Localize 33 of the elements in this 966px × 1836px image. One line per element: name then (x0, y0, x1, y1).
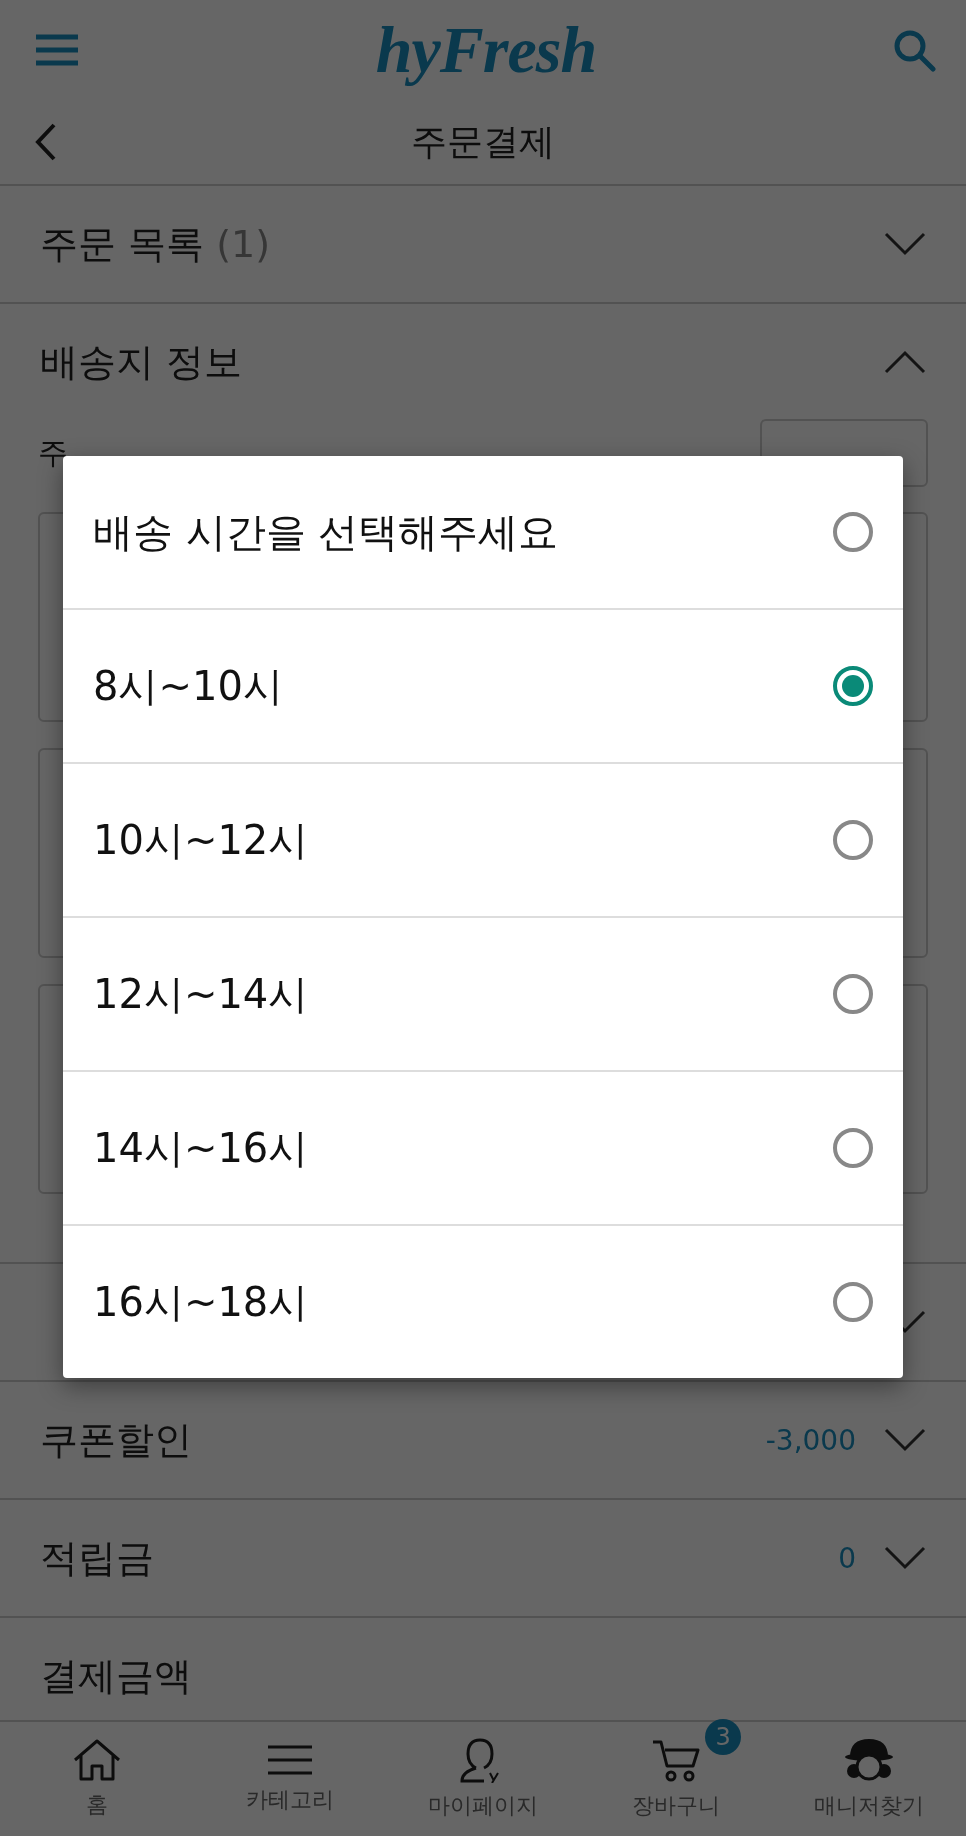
row-label: 적립금 (40, 1534, 154, 1582)
woman-avatar-icon[interactable] (844, 1737, 895, 1783)
row-value: -3,000 (765, 1423, 856, 1457)
radio-button[interactable] (833, 666, 873, 706)
search-icon[interactable] (892, 28, 936, 72)
nav-label[interactable]: 장바구니 (632, 1791, 721, 1821)
page-title: 주문결제 (411, 119, 555, 164)
section-title[interactable]: 배송지 정보 (40, 336, 243, 388)
radio-button[interactable] (833, 974, 873, 1014)
nav-label[interactable]: 마이페이지 (428, 1791, 538, 1821)
back-icon[interactable] (34, 122, 58, 162)
menu-icon[interactable] (265, 1743, 314, 1777)
nav-label[interactable]: 홈 (85, 1790, 108, 1820)
time-option[interactable]: 14시~16시 (63, 1072, 903, 1226)
radio-button[interactable] (833, 1282, 873, 1322)
row-label: 결제금액 (40, 1652, 192, 1700)
row-label: 쿠폰할인 (40, 1416, 192, 1464)
time-option[interactable]: 12시~14시 (63, 918, 903, 1072)
chevron-up-icon[interactable] (884, 350, 926, 374)
brand-logo[interactable]: hyFresh (375, 12, 597, 88)
radio-button[interactable] (833, 820, 873, 860)
time-option[interactable]: 16시~18시 (63, 1226, 903, 1378)
radio-button[interactable] (833, 1128, 873, 1168)
time-option[interactable]: 8시~10시 (63, 610, 903, 764)
nav-label[interactable]: 매니저찾기 (814, 1791, 925, 1821)
nav-label[interactable]: 카테고리 (245, 1785, 334, 1815)
radio-button[interactable] (833, 512, 873, 552)
time-option[interactable]: 배송 시간을 선택해주세요 (63, 456, 903, 610)
menu-icon[interactable] (34, 33, 80, 67)
time-option[interactable]: 10시~12시 (63, 764, 903, 918)
count-badge: 3 (705, 1719, 742, 1755)
row-value: 0 (838, 1541, 856, 1575)
home-icon[interactable] (71, 1738, 122, 1782)
